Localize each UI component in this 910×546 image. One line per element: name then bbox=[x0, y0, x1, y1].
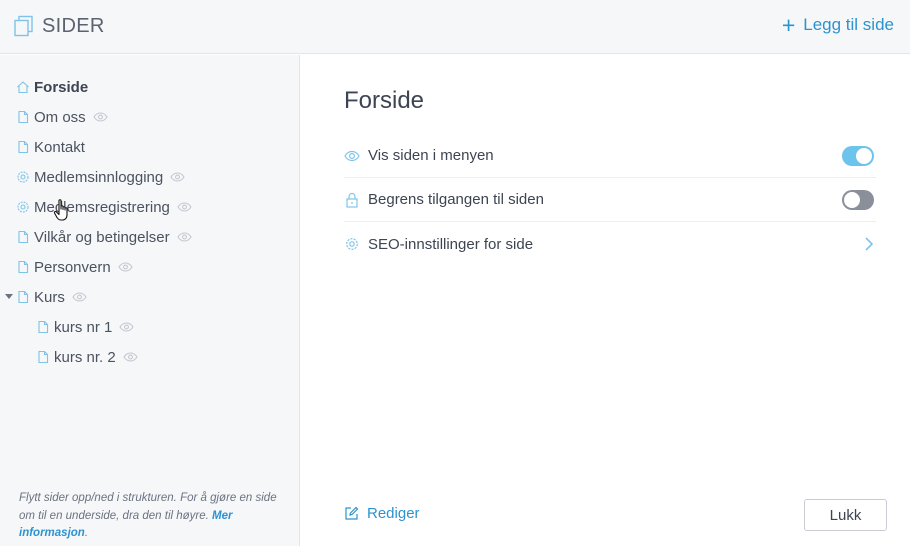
sidebar-item[interactable]: Medlemsinnlogging bbox=[0, 162, 300, 192]
eye-icon bbox=[119, 322, 135, 332]
page-icon bbox=[18, 110, 29, 124]
add-page-button[interactable]: + Legg til side bbox=[781, 12, 894, 38]
sidebar-item[interactable]: Om oss bbox=[0, 102, 300, 132]
gear-icon bbox=[346, 238, 358, 250]
sidebar-item-label: Medlemsinnlogging bbox=[34, 168, 164, 186]
sidebar-item-label: kurs nr. 2 bbox=[54, 348, 116, 366]
sidebar-item-label: Forside bbox=[34, 78, 89, 96]
page-icon bbox=[38, 320, 49, 334]
setting-restrict-access[interactable]: Begrens tilgangen til siden bbox=[344, 178, 876, 222]
edit-icon bbox=[345, 506, 359, 520]
sidebar-item-label: Kontakt bbox=[34, 138, 85, 156]
header-title: SIDER bbox=[42, 15, 105, 37]
page-settings-panel: Forside Vis siden i menyen Begrens tilga… bbox=[301, 55, 910, 546]
sidebar-item-label: kurs nr 1 bbox=[54, 318, 113, 336]
edit-button[interactable]: Rediger bbox=[344, 505, 420, 522]
sidebar-item[interactable]: kurs nr. 2 bbox=[0, 342, 300, 372]
close-button[interactable]: Lukk bbox=[804, 499, 887, 531]
sidebar-item[interactable]: Kurs bbox=[0, 282, 300, 312]
setting-label: Vis siden i menyen bbox=[368, 147, 494, 164]
home-icon bbox=[17, 81, 29, 94]
toggle-knob bbox=[844, 192, 860, 208]
show-in-menu-toggle[interactable] bbox=[842, 146, 874, 166]
setting-seo[interactable]: SEO-innstillinger for side bbox=[344, 222, 876, 266]
restrict-access-toggle[interactable] bbox=[842, 190, 874, 210]
sidebar-item-label: Personvern bbox=[34, 258, 111, 276]
caret-down-icon[interactable] bbox=[5, 294, 13, 299]
sidebar-item-label: Vilkår og betingelser bbox=[34, 228, 170, 246]
sidebar-item-label: Om oss bbox=[34, 108, 86, 126]
page-tree: Forside Om oss Kontakt Medlemsinnlogging Med… bbox=[0, 72, 300, 372]
sidebar-item[interactable]: kurs nr 1 bbox=[0, 312, 300, 342]
hint-end: . bbox=[84, 527, 89, 539]
settings-list: Vis siden i menyen Begrens tilgangen til… bbox=[344, 134, 876, 266]
edit-label: Rediger bbox=[367, 505, 420, 522]
setting-label: SEO-innstillinger for side bbox=[368, 235, 534, 253]
eye-icon bbox=[176, 232, 192, 242]
add-page-label: Legg til side bbox=[803, 15, 894, 34]
hand-cursor-icon bbox=[53, 199, 68, 221]
setting-label: Begrens tilgangen til siden bbox=[368, 191, 544, 208]
eye-icon bbox=[170, 172, 185, 182]
lock-icon bbox=[346, 192, 358, 208]
hint-text: Flytt sider opp/ned i strukturen. For å … bbox=[19, 492, 277, 522]
page-icon bbox=[18, 260, 29, 274]
plus-icon: + bbox=[781, 12, 796, 38]
sidebar-hint: Flytt sider opp/ned i strukturen. For å … bbox=[19, 490, 289, 543]
pages-icon bbox=[14, 15, 33, 37]
sidebar-item[interactable]: Personvern bbox=[0, 252, 300, 282]
setting-show-in-menu[interactable]: Vis siden i menyen bbox=[344, 134, 876, 178]
eye-icon bbox=[177, 202, 192, 212]
gear-icon bbox=[17, 171, 29, 183]
eye-icon bbox=[123, 352, 138, 362]
chevron-right-icon[interactable] bbox=[864, 236, 874, 252]
eye-icon bbox=[72, 292, 87, 302]
sidebar-item[interactable]: Medlemsregistrering bbox=[0, 192, 300, 222]
sidebar: Forside Om oss Kontakt Medlemsinnlogging Med… bbox=[0, 55, 300, 546]
header-bar: SIDER + Legg til side bbox=[0, 0, 910, 54]
eye-icon bbox=[93, 112, 108, 122]
sidebar-item-label: Kurs bbox=[34, 288, 65, 306]
page-icon bbox=[38, 350, 49, 364]
sidebar-item[interactable]: Kontakt bbox=[0, 132, 300, 162]
toggle-knob bbox=[856, 148, 872, 164]
eye-icon bbox=[344, 150, 360, 161]
sidebar-item[interactable]: Vilkår og betingelser bbox=[0, 222, 300, 252]
page-icon bbox=[18, 290, 29, 304]
page-icon bbox=[18, 140, 29, 154]
page-icon bbox=[18, 230, 29, 244]
gear-icon bbox=[17, 201, 29, 213]
page-title: Forside bbox=[344, 87, 425, 114]
eye-icon bbox=[118, 262, 133, 272]
sidebar-item[interactable]: Forside bbox=[0, 72, 300, 102]
